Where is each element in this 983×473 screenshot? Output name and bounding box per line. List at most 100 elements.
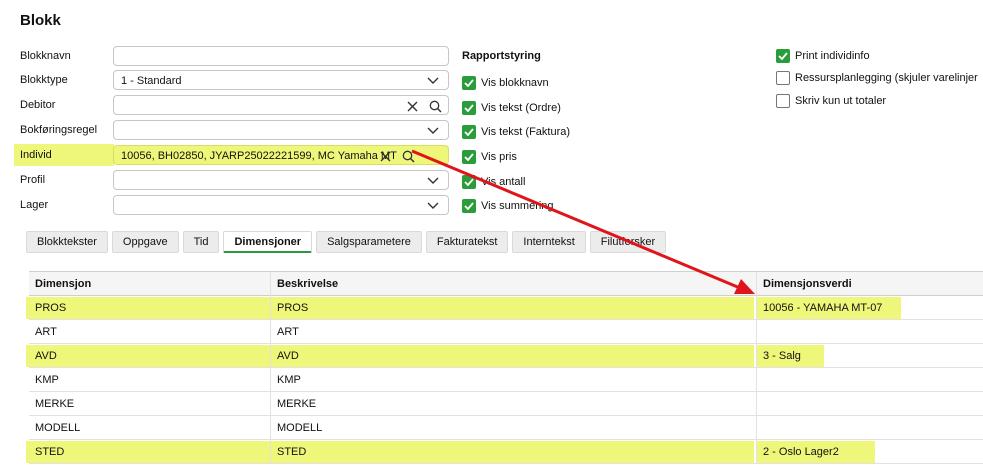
- tab-filutforsker[interactable]: Filutforsker: [589, 231, 667, 253]
- blokknavn-row: Blokknavn: [20, 46, 450, 66]
- checkbox-label: Vis tekst (Ordre): [481, 102, 561, 114]
- blokknavn-label: Blokknavn: [20, 50, 71, 62]
- chevron-down-icon[interactable]: [425, 198, 441, 214]
- search-icon[interactable]: [400, 148, 416, 164]
- cell-dimensjon: PROS: [29, 296, 271, 320]
- ressursplanlegging-checkbox[interactable]: Ressursplanlegging (skjuler varelinjer: [776, 70, 978, 86]
- column-header-beskrivelse[interactable]: Beskrivelse: [271, 272, 757, 296]
- cell-dimensjonsverdi[interactable]: 2 - Oslo Lager2: [757, 440, 983, 464]
- clear-icon[interactable]: [404, 98, 420, 114]
- checkbox-checked-icon[interactable]: [462, 150, 476, 164]
- debitor-row: Debitor: [20, 95, 450, 115]
- vis-pris-checkbox[interactable]: Vis pris: [462, 149, 517, 165]
- table-header-row: Dimensjon Beskrivelse Dimensjonsverdi: [29, 272, 983, 296]
- bokforingsregel-row: Bokføringsregel: [20, 120, 450, 140]
- vis-antall-checkbox[interactable]: Vis antall: [462, 174, 525, 190]
- lager-select[interactable]: [113, 195, 449, 215]
- cell-beskrivelse: ART: [271, 320, 757, 344]
- blokktype-value: 1 - Standard: [121, 75, 182, 87]
- table-row[interactable]: MERKE MERKE: [29, 392, 983, 416]
- search-icon[interactable]: [427, 98, 443, 114]
- checkbox-label: Skriv kun ut totaler: [795, 95, 887, 107]
- cell-dimensjonsverdi[interactable]: 10056 - YAMAHA MT-07: [757, 296, 983, 320]
- vis-tekst-faktura-checkbox[interactable]: Vis tekst (Faktura): [462, 124, 570, 140]
- checkbox-checked-icon[interactable]: [776, 49, 790, 63]
- table-row[interactable]: PROS PROS 10056 - YAMAHA MT-07: [26, 296, 983, 320]
- profil-label: Profil: [20, 174, 46, 186]
- checkbox-label: Ressursplanlegging (skjuler varelinjer: [795, 72, 978, 84]
- checkbox-checked-icon[interactable]: [462, 76, 476, 90]
- individ-label: Individ: [20, 149, 52, 161]
- checkbox-label: Print individinfo: [795, 50, 870, 62]
- chevron-down-icon[interactable]: [425, 123, 441, 139]
- tab-oppgave[interactable]: Oppgave: [111, 231, 179, 253]
- cell-beskrivelse: PROS: [271, 296, 757, 320]
- table-row[interactable]: AVD AVD 3 - Salg: [26, 344, 983, 368]
- tab-salgsparametere[interactable]: Salgsparametere: [316, 231, 422, 253]
- checkbox-checked-icon[interactable]: [462, 175, 476, 189]
- checkbox-label: Vis tekst (Faktura): [481, 126, 571, 138]
- lager-label: Lager: [20, 199, 49, 211]
- table-row[interactable]: ART ART: [29, 320, 983, 344]
- table-row[interactable]: KMP KMP: [29, 368, 983, 392]
- skriv-kun-totaler-checkbox[interactable]: Skriv kun ut totaler: [776, 93, 886, 109]
- chevron-down-icon[interactable]: [425, 173, 441, 189]
- checkbox-checked-icon[interactable]: [462, 125, 476, 139]
- debitor-label: Debitor: [20, 99, 56, 111]
- profil-row: Profil: [20, 170, 450, 190]
- vis-blokknavn-checkbox[interactable]: Vis blokknavn: [462, 75, 549, 91]
- tab-blokktekster[interactable]: Blokktekster: [26, 231, 108, 253]
- blokktype-label: Blokktype: [20, 74, 68, 86]
- blokktype-select[interactable]: 1 - Standard: [113, 70, 449, 90]
- checkbox-checked-icon[interactable]: [462, 199, 476, 213]
- checkbox-unchecked-icon[interactable]: [776, 94, 790, 108]
- cell-beskrivelse: KMP: [271, 368, 757, 392]
- clear-icon[interactable]: [377, 148, 393, 164]
- lager-row: Lager: [20, 195, 450, 215]
- bokforingsregel-label: Bokføringsregel: [20, 124, 98, 136]
- vis-summering-checkbox[interactable]: Vis summering: [462, 198, 554, 214]
- cell-dimensjonsverdi[interactable]: 3 - Salg: [757, 344, 983, 368]
- tab-bar: Blokktekster Oppgave Tid Dimensjoner Sal…: [26, 231, 670, 253]
- cell-dimensjon: MODELL: [29, 416, 271, 440]
- cell-dimensjonsverdi[interactable]: [757, 392, 983, 416]
- cell-beskrivelse: AVD: [271, 344, 757, 368]
- checkbox-label: Vis blokknavn: [481, 77, 549, 89]
- blokktype-row: Blokktype 1 - Standard: [20, 70, 450, 90]
- cell-dimensjon: MERKE: [29, 392, 271, 416]
- cell-dimensjonsverdi[interactable]: [757, 368, 983, 392]
- rapportstyring-title: Rapportstyring: [462, 50, 541, 62]
- cell-beskrivelse: MERKE: [271, 392, 757, 416]
- checkbox-label: Vis antall: [481, 176, 526, 188]
- cell-dimensjon: AVD: [29, 344, 271, 368]
- chevron-down-icon[interactable]: [425, 73, 441, 89]
- profil-select[interactable]: [113, 170, 449, 190]
- cell-dimensjon: ART: [29, 320, 271, 344]
- page-title: Blokk: [20, 12, 61, 29]
- debitor-input[interactable]: [113, 95, 449, 115]
- tab-dimensjoner[interactable]: Dimensjoner: [223, 231, 313, 253]
- cell-beskrivelse: MODELL: [271, 416, 757, 440]
- cell-dimensjon: STED: [29, 440, 271, 464]
- checkbox-label: Vis pris: [481, 151, 517, 163]
- vis-tekst-ordre-checkbox[interactable]: Vis tekst (Ordre): [462, 100, 561, 116]
- table-row[interactable]: STED STED 2 - Oslo Lager2: [26, 440, 983, 464]
- cell-dimensjonsverdi[interactable]: [757, 320, 983, 344]
- tab-interntekst[interactable]: Interntekst: [512, 231, 586, 253]
- column-header-dimensjon[interactable]: Dimensjon: [29, 272, 271, 296]
- individ-row: Individ 10056, BH02850, JYARP25022221599…: [14, 144, 450, 166]
- tab-tid[interactable]: Tid: [182, 231, 220, 253]
- checkbox-unchecked-icon[interactable]: [776, 71, 790, 85]
- blokknavn-input[interactable]: [113, 46, 449, 66]
- checkbox-label: Vis summering: [481, 200, 554, 212]
- column-header-dimensjonsverdi[interactable]: Dimensjonsverdi: [757, 272, 983, 296]
- checkbox-checked-icon[interactable]: [462, 101, 476, 115]
- cell-dimensjonsverdi[interactable]: [757, 416, 983, 440]
- table-row[interactable]: MODELL MODELL: [29, 416, 983, 440]
- print-individinfo-checkbox[interactable]: Print individinfo: [776, 48, 870, 64]
- cell-dimensjon: KMP: [29, 368, 271, 392]
- tab-fakturatekst[interactable]: Fakturatekst: [425, 231, 509, 253]
- bokforingsregel-select[interactable]: [113, 120, 449, 140]
- individ-value: 10056, BH02850, JYARP25022221599, MC Yam…: [121, 150, 397, 162]
- individ-input[interactable]: 10056, BH02850, JYARP25022221599, MC Yam…: [113, 145, 449, 165]
